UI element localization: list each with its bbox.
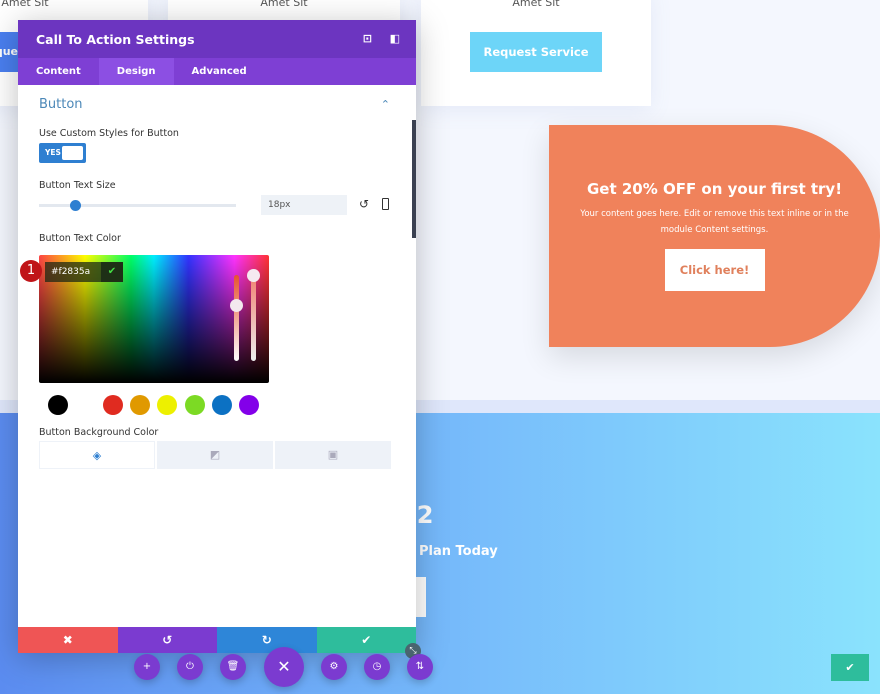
swatch-purple[interactable]: [239, 395, 259, 415]
hue-handle[interactable]: [230, 299, 243, 312]
discard-button[interactable]: ✖: [18, 627, 118, 653]
sort-icon[interactable]: ⇅: [407, 654, 433, 680]
image-icon[interactable]: ▣: [275, 441, 391, 469]
tab-advanced[interactable]: Advanced: [174, 58, 265, 85]
plan-text: Plan Today: [419, 544, 498, 559]
cta-title: Get 20% OFF on your first try!: [586, 180, 843, 198]
hue-slider[interactable]: [234, 275, 239, 361]
trash-icon[interactable]: 🗑: [220, 654, 246, 680]
mobile-icon[interactable]: [382, 198, 389, 210]
modal-header: Call To Action Settings ⊡ ◧: [18, 20, 416, 58]
text-size-label: Button Text Size: [39, 180, 116, 191]
modal-footer: ✖ ↺ ↻ ✔: [18, 627, 416, 653]
bg-color-label: Button Background Color: [39, 427, 159, 438]
card-title: Amet Sit: [1, 0, 49, 9]
tab-design[interactable]: Design: [98, 58, 174, 85]
opacity-handle[interactable]: [247, 269, 260, 282]
toggle-label: YES: [45, 148, 61, 157]
settings-modal: Call To Action Settings ⊡ ◧ Content Desi…: [18, 20, 416, 653]
text-color-label: Button Text Color: [39, 233, 121, 244]
swatch-black[interactable]: [48, 395, 68, 415]
scrollbar[interactable]: [412, 120, 416, 238]
cta-button[interactable]: Click here!: [664, 249, 765, 291]
section-title[interactable]: Button: [39, 97, 83, 112]
plus-icon[interactable]: +: [134, 654, 160, 680]
gradient-icon[interactable]: ◩: [157, 441, 273, 469]
fullscreen-icon[interactable]: ⊡: [363, 32, 372, 45]
gear-icon[interactable]: ⚙: [321, 654, 347, 680]
swatch-white[interactable]: [76, 395, 96, 415]
text-size-slider[interactable]: [39, 200, 236, 211]
history-icon[interactable]: ◷: [364, 654, 390, 680]
cta-body: Your content goes here. Edit or remove t…: [580, 209, 849, 235]
reset-icon[interactable]: ↺: [359, 197, 369, 211]
save-button[interactable]: ✔: [316, 627, 416, 653]
cta-module: Get 20% OFF on your first try! Your cont…: [549, 125, 880, 347]
tab-bar: Content Design Advanced: [18, 58, 416, 85]
card-title: Amet Sit: [260, 0, 308, 9]
swatch-yellow[interactable]: [157, 395, 177, 415]
opacity-slider[interactable]: [251, 275, 256, 361]
paint-bucket-icon[interactable]: ◈: [39, 441, 155, 469]
card: Amet Sit Request Service: [421, 0, 651, 106]
modal-title: Call To Action Settings: [36, 32, 195, 47]
swatch-orange[interactable]: [130, 395, 150, 415]
swatch-red[interactable]: [103, 395, 123, 415]
undo-button[interactable]: ↺: [117, 627, 217, 653]
custom-styles-toggle[interactable]: YES: [39, 143, 86, 163]
step-badge: 1: [20, 260, 42, 282]
request-service-button[interactable]: Request Service: [470, 32, 602, 72]
tab-content[interactable]: Content: [18, 58, 99, 85]
custom-styles-label: Use Custom Styles for Button: [39, 128, 179, 139]
check-icon[interactable]: ✔: [101, 262, 123, 282]
chevron-up-icon[interactable]: ⌃: [381, 98, 390, 111]
swatch-green[interactable]: [185, 395, 205, 415]
card-title: Amet Sit: [512, 0, 560, 9]
sidebar-icon[interactable]: ◧: [390, 32, 400, 45]
slider-handle[interactable]: [70, 200, 81, 211]
close-icon[interactable]: ✕: [264, 647, 304, 687]
toggle-knob: [62, 146, 83, 160]
partial-button[interactable]: que: [0, 32, 18, 72]
redo-button[interactable]: ↻: [217, 627, 317, 653]
check-icon[interactable]: ✔: [831, 654, 869, 681]
power-icon[interactable]: ⏻: [177, 654, 203, 680]
swatch-blue[interactable]: [212, 395, 232, 415]
text-size-input[interactable]: 18px: [261, 195, 347, 215]
color-picker[interactable]: #f2835a ✔: [39, 255, 269, 383]
